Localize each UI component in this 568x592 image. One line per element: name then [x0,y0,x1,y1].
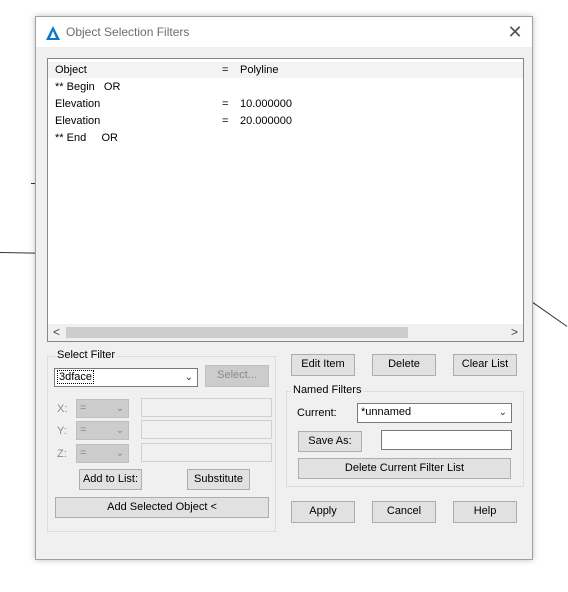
list-item-name: Object [55,64,87,76]
delete-current-filter-list-button[interactable]: Delete Current Filter List [298,458,511,479]
substitute-button[interactable]: Substitute [187,469,250,490]
add-to-list-button[interactable]: Add to List: [79,469,142,490]
horizontal-scrollbar[interactable]: < > [48,324,523,341]
scroll-right-icon[interactable]: > [506,324,523,341]
scrollbar-thumb[interactable] [66,327,408,338]
chevron-down-icon: ⌄ [115,403,124,414]
current-filter-dropdown[interactable]: *unnamed ⌄ [357,403,512,423]
filter-type-dropdown[interactable]: 3dface ⌄ [54,368,198,387]
dialog-title: Object Selection Filters [66,25,190,39]
chevron-down-icon: ⌄ [115,448,124,459]
list-item[interactable]: Elevation = 20.000000 [48,113,523,129]
list-item-name: Elevation [55,98,101,110]
filter-type-value: 3dface [56,370,95,384]
title-bar: Object Selection Filters ✕ [36,17,532,47]
x-value-field[interactable] [141,398,272,417]
select-filter-label: Select Filter [55,349,118,361]
list-item-name: ** Begin OR [55,81,121,93]
filter-list[interactable]: Object = Polyline ** Begin OR Elevation … [47,58,524,342]
y-label: Y: [57,425,67,437]
z-operator-dropdown[interactable]: = ⌄ [76,444,129,463]
current-label: Current: [297,407,337,419]
close-icon[interactable]: ✕ [506,23,524,41]
list-item-operator: = [222,115,229,127]
z-value-field[interactable] [141,443,272,462]
list-item-value: 10.000000 [240,98,292,110]
select-button[interactable]: Select... [205,365,269,387]
x-operator-value: = [80,402,87,414]
x-label: X: [57,403,68,415]
save-as-button[interactable]: Save As: [298,431,362,452]
list-item[interactable]: ** Begin OR [48,79,523,95]
named-filters-label: Named Filters [291,384,364,396]
list-item[interactable]: ** End OR [48,130,523,146]
y-value-field[interactable] [141,420,272,439]
list-item-name: Elevation [55,115,101,127]
object-selection-filters-dialog: Object Selection Filters ✕ Object = Poly… [35,16,533,560]
y-operator-value: = [80,424,87,436]
drawing-line [0,252,36,254]
list-item-value: Polyline [240,64,279,76]
save-as-input[interactable] [381,430,512,450]
y-operator-dropdown[interactable]: = ⌄ [76,421,129,440]
z-operator-value: = [80,447,87,459]
x-operator-dropdown[interactable]: = ⌄ [76,399,129,418]
scroll-left-icon[interactable]: < [48,324,65,341]
list-item-operator: = [222,64,229,76]
list-item[interactable]: Elevation = 10.000000 [48,96,523,112]
help-button[interactable]: Help [453,501,517,523]
z-label: Z: [57,448,67,460]
chevron-down-icon: ⌄ [498,407,507,418]
cancel-button[interactable]: Cancel [372,501,436,523]
list-item-name: ** End OR [55,132,118,144]
autocad-triangle-icon [46,26,60,40]
current-filter-value: *unnamed [361,406,412,418]
chevron-down-icon: ⌄ [115,425,124,436]
delete-button[interactable]: Delete [372,354,436,376]
chevron-down-icon: ⌄ [184,372,193,383]
add-selected-object-button[interactable]: Add Selected Object < [55,497,269,518]
list-item-operator: = [222,98,229,110]
list-item-value: 20.000000 [240,115,292,127]
clear-list-button[interactable]: Clear List [453,354,517,376]
apply-button[interactable]: Apply [291,501,355,523]
edit-item-button[interactable]: Edit Item [291,354,355,376]
drawing-line [532,302,568,327]
list-item[interactable]: Object = Polyline [48,62,523,78]
